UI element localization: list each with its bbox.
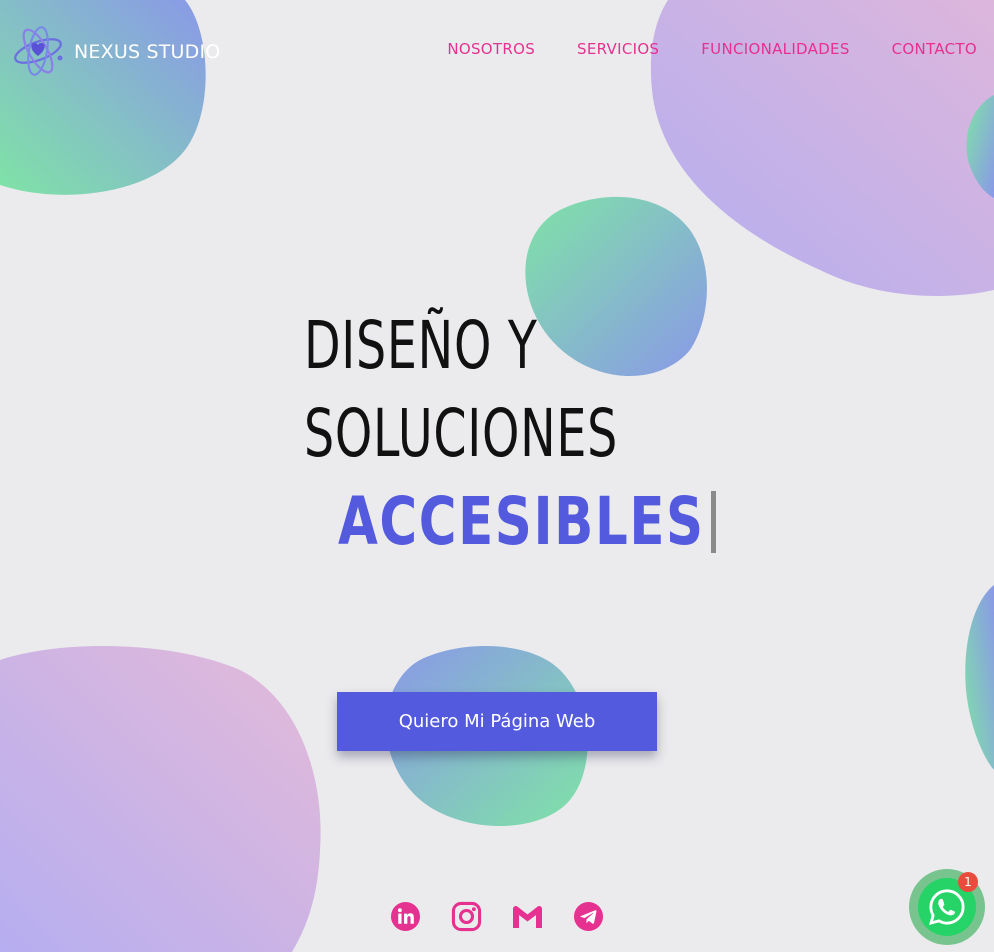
nav-item-funcionalidades[interactable]: FUNCIONALIDADES xyxy=(701,40,849,58)
gmail-icon[interactable] xyxy=(511,900,544,933)
brand-name: NEXUS STUDIO xyxy=(74,40,221,63)
whatsapp-button[interactable]: 1 xyxy=(909,869,985,945)
cta-button[interactable]: Quiero Mi Página Web xyxy=(337,692,657,751)
nav-item-nosotros[interactable]: NOSOTROS xyxy=(447,40,535,58)
blob-bottom-left xyxy=(0,646,321,952)
hero-heading: DISEÑO Y SOLUCIONES xyxy=(304,302,740,478)
main-nav: NOSOTROS SERVICIOS FUNCIONALIDADES CONTA… xyxy=(447,40,977,58)
blob-right-edge-lower xyxy=(965,585,994,770)
hero-line-1: DISEÑO Y xyxy=(304,307,538,384)
notification-badge: 1 xyxy=(958,872,978,892)
site-header: NEXUS STUDIO NOSOTROS SERVICIOS FUNCIONA… xyxy=(0,0,994,100)
atom-heart-icon xyxy=(12,25,68,77)
nav-item-servicios[interactable]: SERVICIOS xyxy=(577,40,659,58)
typing-cursor xyxy=(711,491,716,553)
linkedin-icon[interactable] xyxy=(389,900,422,933)
instagram-icon[interactable] xyxy=(450,900,483,933)
social-links xyxy=(389,900,605,933)
hero-accent-row: ACCESIBLES xyxy=(338,478,716,566)
nav-item-contacto[interactable]: CONTACTO xyxy=(892,40,977,58)
telegram-icon[interactable] xyxy=(572,900,605,933)
hero-line-2: SOLUCIONES xyxy=(304,395,618,472)
hero-accent-word: ACCESIBLES xyxy=(338,483,705,560)
brand-logo[interactable]: NEXUS STUDIO xyxy=(12,25,220,77)
